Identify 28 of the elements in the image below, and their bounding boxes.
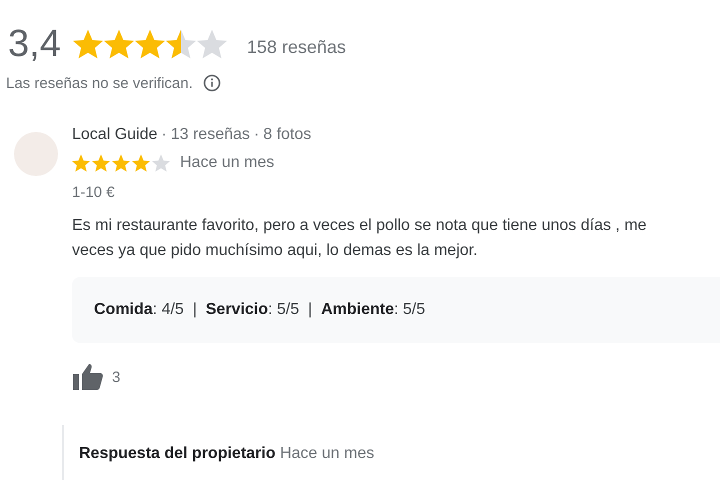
reviewer-review-count: 13 reseñas [170, 126, 250, 144]
star-icon [134, 29, 165, 59]
review-count[interactable]: 158 reseñas [246, 36, 346, 58]
reviewer-photo-count: 8 fotos [263, 126, 312, 144]
review-text-line: veces ya que pido muchísimo aqui, lo demas es la mejor. [72, 241, 479, 261]
like-count: 3 [112, 368, 120, 386]
star-icon [72, 29, 103, 59]
info-icon[interactable] [202, 74, 221, 92]
star-icon [104, 29, 134, 59]
owner-reply-title: Respuesta del propietario [79, 445, 276, 462]
price-range: 1-10 € [72, 184, 116, 201]
star-icon [72, 154, 90, 172]
thumbs-up-icon[interactable] [72, 363, 104, 391]
reviewer-label: Local Guide [72, 126, 158, 144]
star-icon [132, 154, 150, 172]
star-icon [196, 29, 227, 59]
rating-value: 3,4 [8, 22, 61, 66]
separator-dot: · [161, 126, 167, 144]
review-date: Hace un mes [180, 154, 274, 172]
star-icon [166, 29, 196, 59]
reply-date: Hace un mes [280, 445, 374, 462]
separator-dot: · [254, 126, 260, 144]
star-icon [152, 154, 170, 172]
verification-note: Las reseñas no se verifican. [6, 74, 193, 92]
star-icon [112, 154, 130, 172]
star-icon [92, 154, 110, 172]
review-text-line: Es mi restaurante favorito, pero a veces el pollo se nota que tiene unos días , me [72, 216, 648, 236]
aspect-ratings: Comida: 4/5 | Servicio: 5/5 | Ambiente: 5/5 [72, 277, 720, 343]
